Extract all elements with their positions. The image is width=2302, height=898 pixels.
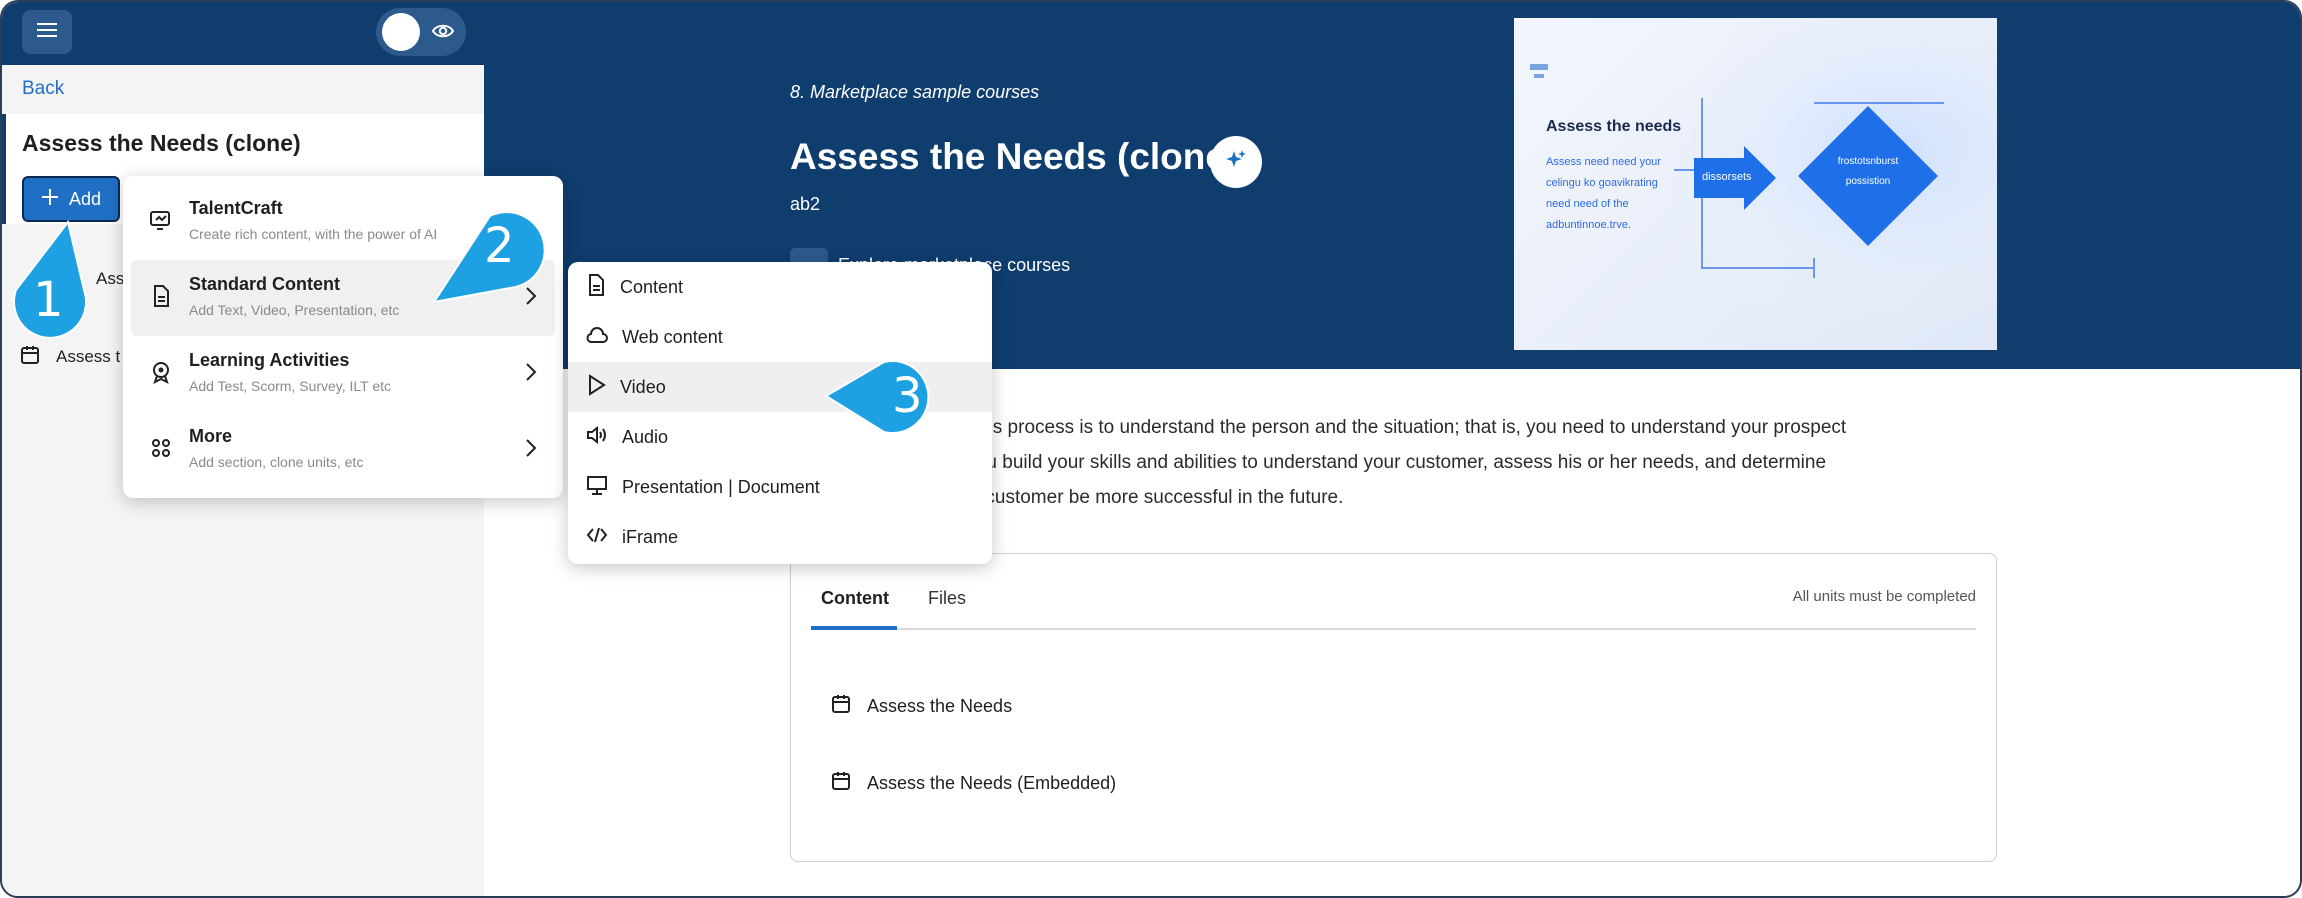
page-title: Assess the Needs (clone) — [790, 136, 1239, 177]
ai-sparkle-button[interactable] — [1210, 136, 1262, 188]
callout-number: 1 — [33, 272, 64, 328]
presentation-icon — [586, 474, 608, 501]
app-window: Back Assess the Needs (clone) Add Assess… — [0, 0, 2302, 898]
calendar-icon — [831, 771, 851, 796]
step-callout-1: 1 — [10, 219, 92, 344]
sidebar-course-title: Assess the Needs (clone) — [22, 130, 301, 156]
content-unit[interactable]: Assess the Needs (Embedded) — [831, 771, 1116, 796]
completion-requirement: All units must be completed — [1792, 588, 1976, 605]
cloud-icon — [586, 326, 608, 349]
menu-item-label: More — [189, 426, 233, 446]
content-unit[interactable]: Assess the Needs — [831, 694, 1012, 719]
hamburger-icon — [37, 22, 57, 43]
menu-item-learning-activities[interactable]: Learning Activities Add Test, Scorm, Sur… — [131, 336, 555, 412]
active-tab-indicator — [811, 626, 897, 630]
hamburger-menu-button[interactable] — [22, 10, 72, 54]
menu-item-subtitle: Add Test, Scorm, Survey, ILT etc — [189, 378, 392, 394]
thumbnail-lines: Assess need need your celingu ko goavikr… — [1546, 156, 1661, 231]
plus-icon — [41, 188, 59, 211]
chevron-right-icon — [525, 362, 537, 387]
submenu-item-label: iFrame — [622, 526, 679, 547]
menu-item-subtitle: Add Text, Video, Presentation, etc — [189, 302, 400, 318]
callout-number: 2 — [484, 218, 515, 274]
submenu-item-presentation[interactable]: Presentation | Document — [568, 462, 992, 512]
course-code: ab2 — [790, 194, 821, 214]
submenu-item-label: Content — [620, 276, 684, 297]
content-card: Content Files All units must be complete… — [790, 553, 1997, 862]
speaker-icon — [586, 425, 608, 450]
step-callout-2: 2 — [431, 208, 546, 304]
menu-item-subtitle: Add section, clone units, etc — [189, 454, 364, 470]
document-icon — [149, 284, 173, 308]
menu-item-label: Learning Activities — [189, 350, 350, 370]
tab-divider — [811, 628, 1976, 630]
thumbnail-heading: Assess the needs — [1546, 118, 1682, 135]
eye-icon — [431, 22, 455, 45]
submenu-item-web-content[interactable]: Web content — [568, 312, 992, 362]
sidebar-unit-label: Assess t — [56, 347, 121, 366]
calendar-icon — [831, 694, 851, 719]
submenu-item-iframe[interactable]: iFrame — [568, 512, 992, 562]
callout-number: 3 — [892, 368, 923, 424]
document-icon — [586, 273, 606, 301]
tab-files[interactable]: Files — [928, 588, 966, 609]
sidebar-header — [2, 2, 484, 65]
calendar-icon — [20, 345, 40, 370]
chevron-right-icon — [525, 438, 537, 463]
menu-item-subtitle: Create rich content, with the power of A… — [189, 226, 438, 242]
play-icon — [586, 373, 606, 401]
menu-item-label: TalentCraft — [189, 198, 283, 218]
add-button[interactable]: Add — [22, 176, 120, 222]
back-link[interactable]: Back — [22, 78, 64, 100]
submenu-item-label: Audio — [622, 426, 669, 447]
activity-icon — [149, 360, 173, 384]
talentcraft-icon — [149, 208, 173, 232]
content-unit-label: Assess the Needs (Embedded) — [867, 773, 1117, 793]
add-button-label: Add — [68, 188, 102, 209]
preview-toggle[interactable] — [376, 8, 466, 56]
submenu-item-content[interactable]: Content — [568, 262, 992, 312]
thumbnail-diamond-text: frostotsnburst possistion — [1837, 156, 1899, 187]
step-callout-3: 3 — [824, 356, 946, 438]
submenu-item-label: Presentation | Document — [622, 476, 820, 497]
menu-item-more[interactable]: More Add section, clone units, etc — [131, 412, 555, 488]
menu-item-label: Standard Content — [189, 274, 340, 294]
sparkle-icon — [1224, 148, 1248, 177]
submenu-item-label: Web content — [622, 326, 723, 347]
toggle-knob — [382, 13, 420, 51]
code-icon — [586, 526, 608, 549]
tab-content[interactable]: Content — [821, 588, 889, 609]
thumbnail-arrow-text: dissorsets — [1702, 171, 1752, 183]
submenu-item-label: Video — [620, 376, 666, 397]
course-thumbnail: Assess the needs Assess need need your c… — [1514, 18, 1997, 350]
content-unit-label: Assess the Needs — [867, 696, 1013, 716]
sidebar-unit[interactable]: Assess t — [20, 342, 120, 372]
more-icon — [149, 436, 173, 460]
breadcrumb[interactable]: 8. Marketplace sample courses — [790, 82, 1039, 103]
